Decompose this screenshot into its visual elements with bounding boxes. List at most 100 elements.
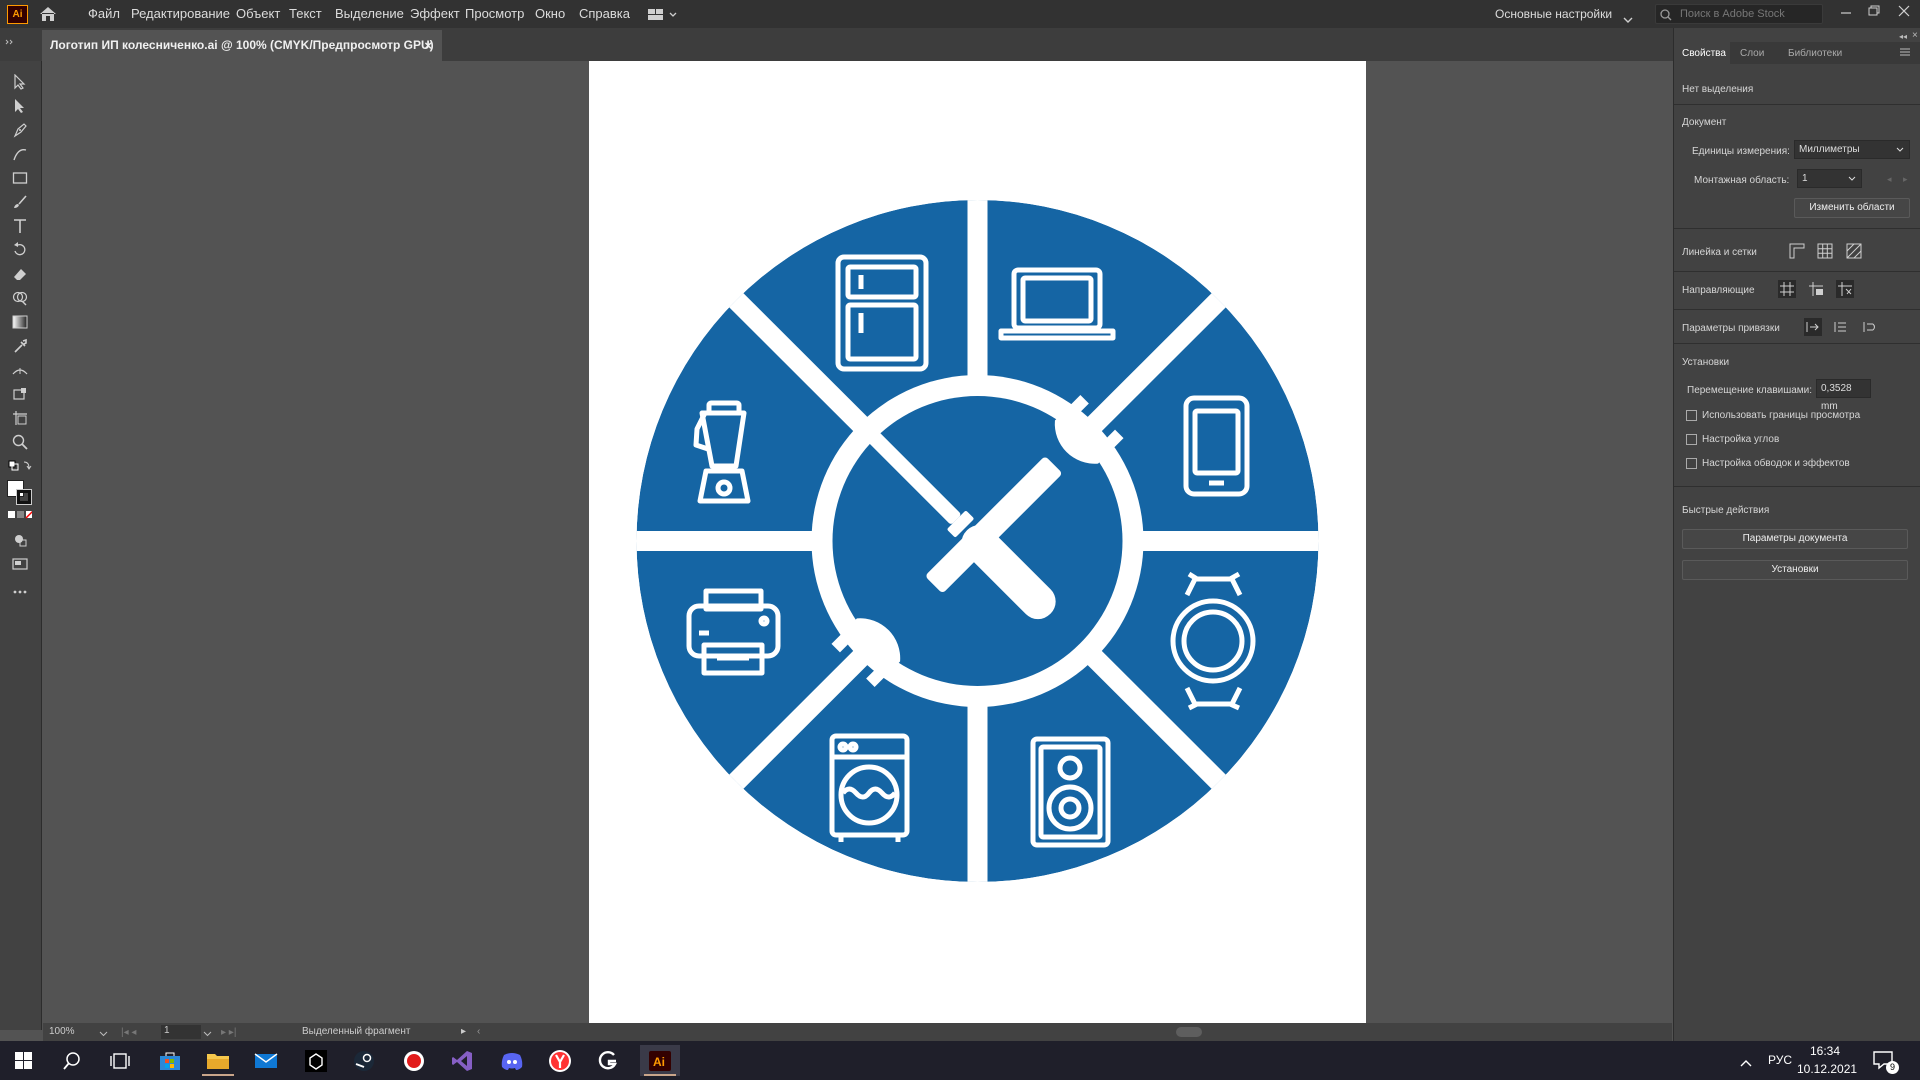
clock-time[interactable]: 16:34 bbox=[1810, 1044, 1840, 1058]
default-fill-stroke-icon[interactable] bbox=[8, 459, 32, 473]
menu-type[interactable]: Текст bbox=[289, 0, 322, 28]
windows-start-icon[interactable] bbox=[4, 1045, 44, 1076]
color-mode-icons[interactable] bbox=[8, 508, 32, 522]
draw-mode-icon[interactable] bbox=[8, 529, 32, 551]
zoom-level[interactable]: 100% bbox=[49, 1026, 75, 1037]
tab-properties-label[interactable]: Свойства bbox=[1682, 48, 1726, 59]
menu-file[interactable]: Файл bbox=[88, 0, 120, 28]
clock-date[interactable]: 10.12.2021 bbox=[1797, 1062, 1857, 1076]
first-artboard-icon[interactable]: |◂ ◂ bbox=[121, 1027, 136, 1038]
menu-edit[interactable]: Редактирование bbox=[131, 0, 230, 28]
eraser-tool-icon[interactable] bbox=[8, 263, 32, 285]
status-menu-arrow-icon[interactable]: ▸ bbox=[461, 1026, 466, 1037]
rectangle-tool-icon[interactable] bbox=[8, 167, 32, 189]
menu-select[interactable]: Выделение bbox=[335, 0, 404, 28]
pen-tool-icon[interactable] bbox=[8, 119, 32, 141]
menu-effect[interactable]: Эффект bbox=[410, 0, 460, 28]
snap-to-glyph-icon[interactable] bbox=[1861, 318, 1879, 336]
next-artboard-arrow-icon[interactable]: ▸ bbox=[1903, 174, 1908, 185]
tab-document[interactable]: Логотип ИП колесниченко.ai @ 100% (CMYK/… bbox=[42, 30, 442, 61]
menu-object[interactable]: Объект bbox=[236, 0, 280, 28]
shape-builder-tool-icon[interactable] bbox=[8, 287, 32, 309]
microsoft-store-icon[interactable] bbox=[150, 1045, 190, 1076]
more-tools-icon[interactable] bbox=[8, 581, 32, 603]
document-setup-button[interactable]: Параметры документа bbox=[1682, 529, 1908, 549]
unity-icon[interactable] bbox=[296, 1045, 336, 1076]
show-guides-icon[interactable] bbox=[1778, 280, 1796, 298]
arrange-documents-icon[interactable] bbox=[648, 8, 678, 20]
illustrator-logo: Ai bbox=[7, 5, 28, 24]
scale-strokes-effects-checkbox[interactable] bbox=[1686, 458, 1697, 469]
screen-mode-icon[interactable] bbox=[8, 553, 32, 575]
zoom-tool-icon[interactable] bbox=[8, 431, 32, 453]
snap-to-pixel-icon[interactable] bbox=[1832, 318, 1850, 336]
stroke-swatch[interactable] bbox=[16, 489, 32, 505]
discord-icon[interactable] bbox=[492, 1045, 532, 1076]
task-view-icon[interactable] bbox=[100, 1045, 140, 1076]
type-tool-icon[interactable] bbox=[8, 215, 32, 237]
width-tool-icon[interactable] bbox=[8, 359, 32, 381]
minimize-icon[interactable] bbox=[1838, 6, 1854, 20]
rulers-grids-label: Линейка и сетки bbox=[1682, 247, 1757, 258]
scale-corners-checkbox[interactable] bbox=[1686, 434, 1697, 445]
artboard-select[interactable]: 1 bbox=[1797, 169, 1862, 188]
home-icon[interactable] bbox=[39, 6, 57, 22]
menu-view[interactable]: Просмотр bbox=[465, 0, 524, 28]
eyedropper-tool-icon[interactable] bbox=[8, 335, 32, 357]
show-hidden-icons-icon[interactable] bbox=[1740, 1054, 1752, 1072]
tab-libraries[interactable]: Библиотеки bbox=[1788, 48, 1842, 59]
stock-search-input[interactable]: Поиск в Adobe Stock bbox=[1655, 4, 1823, 24]
mail-icon[interactable] bbox=[246, 1045, 286, 1076]
file-explorer-icon[interactable] bbox=[198, 1045, 238, 1076]
menu-window[interactable]: Окно bbox=[535, 0, 565, 28]
artboard-dropdown-icon[interactable] bbox=[203, 1029, 212, 1040]
visual-studio-icon[interactable] bbox=[442, 1045, 482, 1076]
illustrator-taskbar-icon[interactable]: Ai bbox=[640, 1045, 680, 1076]
grid-icon[interactable] bbox=[1816, 242, 1834, 260]
panel-close-icon[interactable]: × bbox=[1912, 30, 1918, 41]
input-language[interactable]: РУС bbox=[1768, 1053, 1792, 1067]
canvas[interactable] bbox=[43, 61, 1672, 1030]
curvature-tool-icon[interactable] bbox=[8, 143, 32, 165]
scroll-left-icon[interactable]: ‹ bbox=[477, 1026, 480, 1037]
lock-guides-icon[interactable] bbox=[1807, 280, 1825, 298]
properties-panel: ◂◂ × Свойства Слои Библиотеки Нет выделе… bbox=[1673, 28, 1920, 1041]
gradient-tool-icon[interactable] bbox=[8, 311, 32, 333]
artboard-tool-icon[interactable] bbox=[8, 407, 32, 429]
snap-to-point-icon[interactable] bbox=[1804, 318, 1822, 336]
next-artboard-icon[interactable]: ▸ ▸| bbox=[221, 1027, 236, 1038]
panel-collapse-icon[interactable]: ◂◂ bbox=[1899, 32, 1907, 41]
panel-menu-icon[interactable] bbox=[1900, 48, 1910, 59]
preferences-button[interactable]: Установки bbox=[1682, 560, 1908, 580]
selection-tool-icon[interactable] bbox=[8, 71, 32, 93]
units-dropdown[interactable]: Миллиметры bbox=[1794, 140, 1910, 159]
screen-recorder-icon[interactable] bbox=[394, 1045, 434, 1076]
ruler-icon[interactable] bbox=[1788, 242, 1806, 260]
menu-help[interactable]: Справка bbox=[579, 0, 630, 28]
use-preview-bounds-checkbox[interactable] bbox=[1686, 410, 1697, 421]
paintbrush-tool-icon[interactable] bbox=[8, 191, 32, 213]
edit-artboards-button[interactable]: Изменить области bbox=[1794, 198, 1910, 218]
logitech-g-hub-icon[interactable] bbox=[588, 1045, 628, 1076]
free-transform-tool-icon[interactable] bbox=[8, 383, 32, 405]
direct-selection-tool-icon[interactable] bbox=[8, 95, 32, 117]
taskbar-search-icon[interactable] bbox=[52, 1045, 92, 1076]
snap-options-label: Параметры привязки bbox=[1682, 323, 1780, 334]
collapse-toolbar-icon[interactable] bbox=[5, 32, 15, 50]
close-tab-icon[interactable]: × bbox=[424, 30, 432, 61]
transparency-grid-icon[interactable] bbox=[1845, 242, 1863, 260]
close-icon[interactable] bbox=[1896, 4, 1912, 18]
steam-icon[interactable] bbox=[344, 1045, 384, 1076]
tab-layers[interactable]: Слои bbox=[1740, 48, 1764, 59]
artboard[interactable] bbox=[589, 61, 1366, 1023]
zoom-dropdown-icon[interactable] bbox=[99, 1029, 108, 1040]
rotate-tool-icon[interactable] bbox=[8, 239, 32, 261]
horizontal-scrollbar-thumb[interactable] bbox=[1176, 1027, 1202, 1037]
workspace-switcher[interactable]: Основные настройки bbox=[1495, 0, 1612, 28]
prev-artboard-arrow-icon[interactable]: ◂ bbox=[1887, 174, 1892, 185]
keyboard-increment-field[interactable]: 0,3528 mm bbox=[1816, 379, 1871, 412]
smart-guides-icon[interactable] bbox=[1836, 280, 1854, 298]
restore-icon[interactable] bbox=[1866, 4, 1882, 18]
yandex-browser-icon[interactable] bbox=[540, 1045, 580, 1076]
artboard-number-field[interactable]: 1 bbox=[161, 1025, 201, 1039]
